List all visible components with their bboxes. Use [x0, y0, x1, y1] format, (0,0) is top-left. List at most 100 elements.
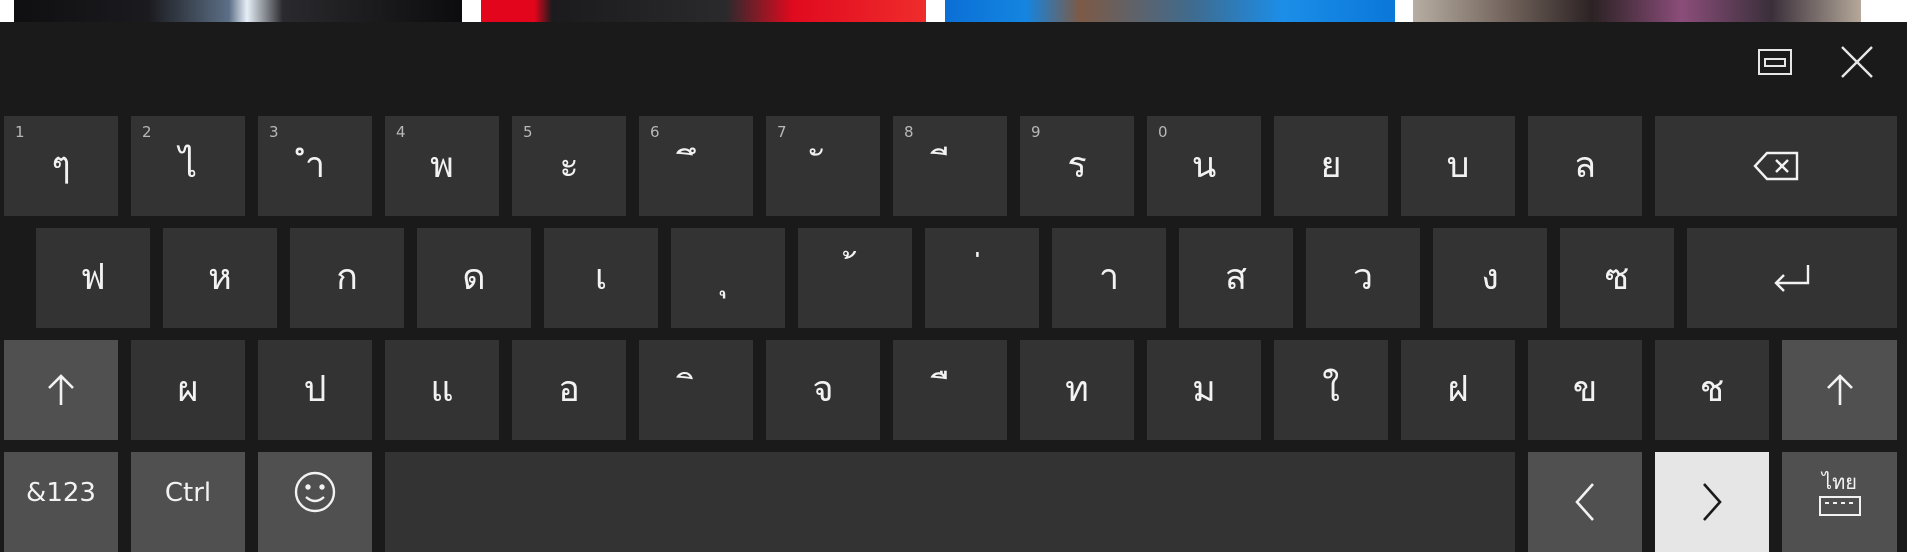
key-char: จ	[812, 369, 834, 410]
key-r2-5[interactable]: เ	[544, 228, 658, 328]
key-r1-2[interactable]: 2ไ	[131, 116, 245, 216]
key-r3-10[interactable]: ใ	[1274, 340, 1388, 440]
key-r3-1[interactable]: ผ	[131, 340, 245, 440]
key-char: ่	[925, 228, 1039, 328]
key-char: ๆ	[51, 145, 71, 186]
key-char: ช	[1699, 369, 1725, 410]
key-char: ั	[766, 116, 880, 216]
enter-key[interactable]	[1687, 228, 1897, 328]
key-r3-11[interactable]: ฝ	[1401, 340, 1515, 440]
dock-keyboard-button[interactable]	[1753, 40, 1797, 84]
cursor-left-key[interactable]	[1528, 452, 1642, 552]
shift-up-arrow-icon	[48, 374, 74, 405]
language-label: ไทย	[1822, 470, 1857, 494]
thumbnail-strip	[0, 0, 1907, 22]
key-r1-8[interactable]: 8ี	[893, 116, 1007, 216]
ctrl-key[interactable]: Ctrl	[131, 452, 245, 552]
key-char: ก	[336, 257, 358, 298]
key-char: ี	[893, 116, 1007, 216]
key-r2-10[interactable]: ส	[1179, 228, 1293, 328]
backspace-icon	[1753, 151, 1799, 181]
key-char: ย	[1320, 145, 1342, 186]
key-r1-12[interactable]: บ	[1401, 116, 1515, 216]
key-r3-4[interactable]: อ	[512, 340, 626, 440]
keyboard-icon	[1819, 496, 1861, 516]
key-r3-12[interactable]: ข	[1528, 340, 1642, 440]
key-char: ส	[1225, 257, 1247, 298]
laptop-thumbnail-3[interactable]	[945, 0, 1395, 22]
shift-key-left[interactable]	[4, 340, 118, 440]
key-r3-6[interactable]: จ	[766, 340, 880, 440]
key-char: ไ	[178, 145, 198, 186]
key-r2-8[interactable]: ่	[925, 228, 1039, 328]
key-char: ้	[798, 228, 912, 328]
shift-up-arrow-icon	[1826, 374, 1853, 405]
key-char: อ	[558, 369, 580, 410]
key-r3-5[interactable]: ิ	[639, 340, 753, 440]
dock-keyboard-icon	[1758, 49, 1792, 75]
enter-icon	[1774, 265, 1810, 292]
key-char: ง	[1481, 257, 1499, 298]
key-char: า	[1098, 257, 1120, 298]
key-r2-6[interactable]: ุ	[671, 228, 785, 328]
key-char: บ	[1446, 145, 1470, 186]
key-r2-7[interactable]: ้	[798, 228, 912, 328]
key-r1-6[interactable]: 6ึ	[639, 116, 753, 216]
space-bar[interactable]	[385, 452, 1515, 552]
key-r1-9[interactable]: 9ร	[1020, 116, 1134, 216]
key-char: ม	[1192, 369, 1216, 410]
language-key[interactable]: ไทย	[1782, 452, 1897, 552]
key-r2-1[interactable]: ฟ	[36, 228, 150, 328]
key-char: ซ	[1604, 257, 1630, 298]
key-r2-9[interactable]: า	[1052, 228, 1166, 328]
key-r1-10[interactable]: 0น	[1147, 116, 1261, 216]
key-r1-13[interactable]: ล	[1528, 116, 1642, 216]
emoji-icon	[294, 471, 336, 513]
key-char: ข	[1572, 369, 1598, 410]
key-r2-11[interactable]: ว	[1306, 228, 1420, 328]
chevron-left-icon	[1575, 483, 1594, 521]
key-r3-7[interactable]: ื	[893, 340, 1007, 440]
key-char: ผ	[177, 369, 199, 410]
emoji-key[interactable]	[258, 452, 372, 552]
touch-keyboard: 1ๆ 2ไ 3ำ 4พ 5ะ 6ึ 7ั 8ี 9ร 0น ย บ ล ฟ ห …	[0, 22, 1907, 552]
key-char: ล	[1573, 145, 1597, 186]
key-char: ำ	[304, 145, 326, 186]
key-r3-2[interactable]: ป	[258, 340, 372, 440]
key-r2-12[interactable]: ง	[1433, 228, 1547, 328]
numbers-key[interactable]: &123	[4, 452, 118, 552]
key-r1-11[interactable]: ย	[1274, 116, 1388, 216]
key-r1-1[interactable]: 1ๆ	[4, 116, 118, 216]
key-char: ึ	[639, 116, 753, 216]
key-r2-3[interactable]: ก	[290, 228, 404, 328]
ctrl-label: Ctrl	[164, 478, 212, 508]
key-char: ป	[303, 369, 327, 410]
key-r2-4[interactable]: ด	[417, 228, 531, 328]
key-char: ุ	[671, 228, 785, 328]
key-r2-13[interactable]: ซ	[1560, 228, 1674, 328]
key-r1-3[interactable]: 3ำ	[258, 116, 372, 216]
key-r1-7[interactable]: 7ั	[766, 116, 880, 216]
key-r1-5[interactable]: 5ะ	[512, 116, 626, 216]
key-r1-4[interactable]: 4พ	[385, 116, 499, 216]
backspace-key[interactable]	[1655, 116, 1897, 216]
shift-key-right[interactable]	[1782, 340, 1897, 440]
close-keyboard-button[interactable]	[1835, 40, 1879, 84]
key-r2-2[interactable]: ห	[163, 228, 277, 328]
key-r3-3[interactable]: แ	[385, 340, 499, 440]
key-char: ด	[462, 257, 486, 298]
key-char: ห	[208, 257, 232, 298]
key-r3-8[interactable]: ท	[1020, 340, 1134, 440]
cursor-right-key[interactable]	[1655, 452, 1769, 552]
close-icon	[1841, 46, 1873, 78]
key-char: พ	[430, 145, 454, 186]
key-char: ฝ	[1447, 369, 1469, 410]
key-r3-9[interactable]: ม	[1147, 340, 1261, 440]
key-r3-13[interactable]: ช	[1655, 340, 1769, 440]
laptop-thumbnail-4[interactable]	[1413, 0, 1861, 22]
key-char: ฟ	[80, 257, 106, 298]
laptop-thumbnail-1[interactable]	[14, 0, 462, 22]
key-char: ใ	[1322, 369, 1340, 410]
laptop-thumbnail-2[interactable]	[481, 0, 926, 22]
chevron-right-icon	[1703, 483, 1722, 521]
